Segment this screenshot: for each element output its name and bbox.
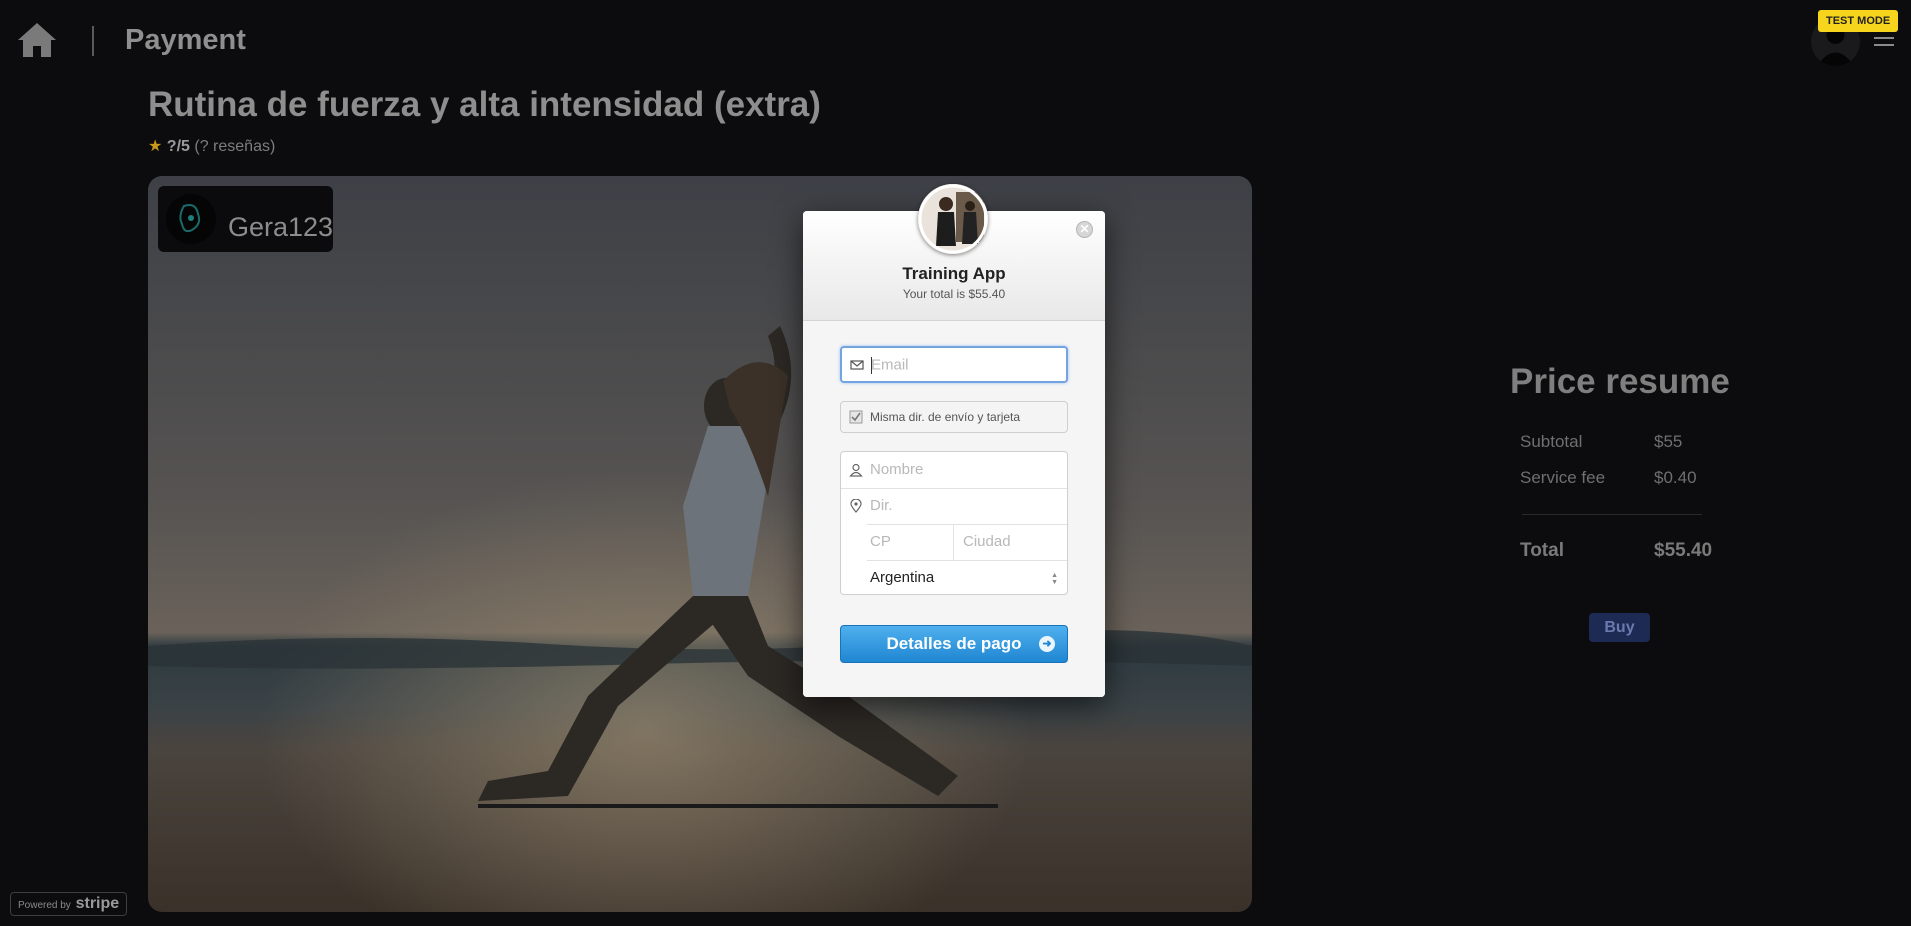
service-fee-row: Service fee $0.40 [1520,468,1697,488]
select-arrows-icon: ▲ ▼ [1051,572,1058,586]
buy-button[interactable]: Buy [1589,613,1650,642]
total-value: $55.40 [1654,540,1713,561]
star-icon: ★ [148,138,163,155]
city-placeholder: Ciudad [963,533,1011,550]
rating: ★ ?/5 (? reseñas) [148,136,275,156]
zip-field[interactable]: CP [841,524,953,560]
zip-placeholder: CP [870,533,891,550]
text-caret [871,357,872,374]
subtotal-value: $55 [1654,432,1683,451]
price-divider [1522,514,1702,515]
routine-title: Rutina de fuerza y alta intensidad (extr… [148,85,821,124]
address-field[interactable]: Dir. [841,488,1067,524]
name-field[interactable]: Nombre [841,452,1067,488]
creator-badge[interactable]: Gera123 [158,186,333,252]
same-address-checkbox[interactable]: Misma dir. de envío y tarjeta [840,401,1068,433]
name-placeholder: Nombre [870,461,924,478]
envelope-icon [850,359,864,370]
subtotal-label: Subtotal [1520,432,1583,451]
merchant-name: Training App [902,264,1006,283]
location-pin-icon [850,499,862,513]
menu-icon[interactable] [1874,30,1894,50]
creator-name: Gera123 [228,212,334,242]
merchant-logo [918,184,988,254]
subtotal-row: Subtotal $55 [1520,432,1682,452]
address-placeholder: Dir. [870,497,893,514]
powered-by-label: Powered by [18,900,71,911]
page-title: Payment [125,24,246,56]
arrow-right-icon: ➜ [1039,636,1055,652]
country-select[interactable]: Argentina ▲ ▼ [841,560,1067,595]
shipping-address-group: Nombre Dir. CP Ciudad Argentina ▲ ▼ [840,451,1068,595]
checkout-total: Your total is $55.40 [902,287,1006,301]
price-resume-title: Price resume [1510,362,1730,401]
country-value: Argentina [870,569,935,586]
creator-avatar [166,194,216,244]
service-fee-value: $0.40 [1654,468,1697,487]
checkbox-icon [849,410,863,424]
home-icon[interactable] [16,20,58,60]
rating-score: ?/5 [166,138,190,155]
total-row: Total $55.40 [1520,540,1712,562]
payment-details-button[interactable]: Detalles de pago ➜ [840,625,1068,663]
header-divider [92,26,94,56]
stripe-logo: stripe [75,895,120,912]
total-label: Total [1520,540,1564,561]
rating-reviews: (? reseñas) [194,138,276,155]
powered-by-stripe-link[interactable]: Powered by stripe [10,892,127,916]
city-field[interactable]: Ciudad [953,524,1067,560]
close-icon[interactable]: ✕ [1076,221,1093,238]
payment-details-label: Detalles de pago [886,634,1022,653]
test-mode-badge: TEST MODE [1818,10,1899,32]
email-placeholder: Email [871,356,909,373]
user-icon [849,463,863,477]
same-address-label: Misma dir. de envío y tarjeta [870,410,1021,424]
email-field[interactable]: Email [840,346,1068,383]
service-fee-label: Service fee [1520,468,1606,487]
